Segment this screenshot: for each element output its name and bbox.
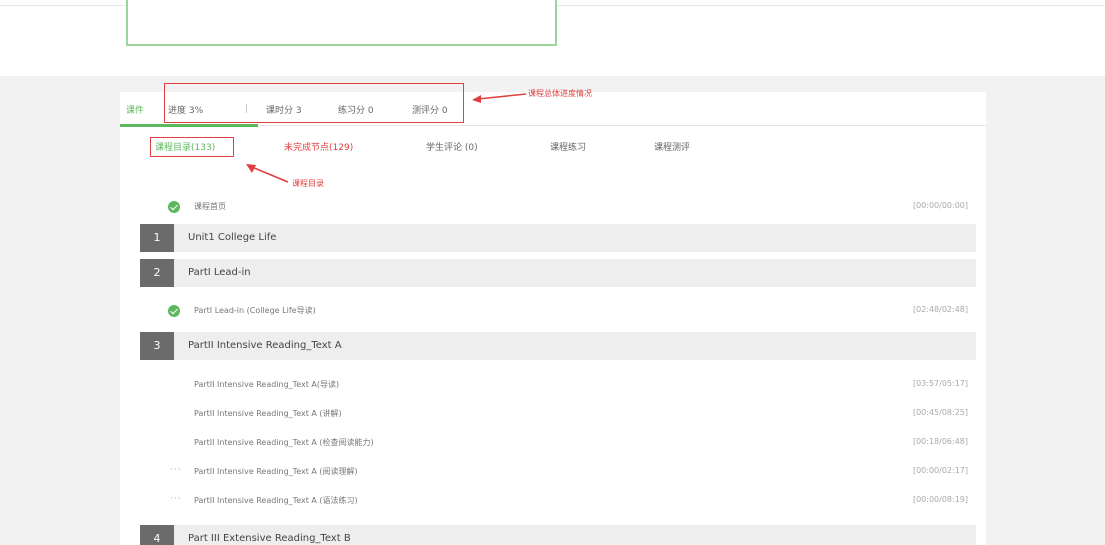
chapter-title: PartI Lead-in [188, 267, 251, 278]
lesson-time: [00:00/00:00] [912, 201, 968, 210]
chapter-number: 1 [140, 224, 174, 252]
pending-dots-icon: ··· [170, 465, 182, 475]
video-panel [126, 0, 557, 46]
chapter-row[interactable]: 2 PartI Lead-in [140, 259, 976, 287]
lesson-time: [03:57/05:17] [912, 379, 968, 388]
tab-courseware[interactable]: 课件 [126, 103, 144, 116]
catalog-annotation-box [150, 137, 234, 157]
subtab-comments[interactable]: 学生评论 (0) [426, 140, 478, 153]
progress-annotation-box [164, 83, 464, 123]
completed-check-icon [168, 305, 180, 317]
pending-dots-icon: ··· [170, 494, 182, 504]
list-item[interactable]: 课程首页 [00:00/00:00] [140, 196, 976, 220]
chapter-title: Unit1 College Life [188, 232, 277, 243]
list-item[interactable]: ··· PartII Intensive Reading_Text A (语法练… [140, 490, 976, 514]
lesson-time: [00:00/02:17] [912, 466, 968, 475]
catalog-annotation-label: 课程目录 [292, 179, 324, 188]
lesson-time: [00:00/08:19] [912, 495, 968, 504]
lesson-time: [00:45/08:25] [912, 408, 968, 417]
subtab-unfinished[interactable]: 未完成节点(129) [284, 140, 353, 153]
active-tab-indicator [120, 124, 258, 127]
lesson-time: [02:48/02:48] [912, 305, 968, 314]
chapter-number: 3 [140, 332, 174, 360]
chapter-title: PartII Intensive Reading_Text A [188, 340, 342, 351]
lesson-title: PartII Intensive Reading_Text A (阅读理解) [194, 467, 358, 476]
top-area [0, 0, 1105, 84]
chapter-row[interactable]: 1 Unit1 College Life [140, 224, 976, 252]
list-item[interactable]: PartII Intensive Reading_Text A (检查阅读能力)… [140, 432, 976, 456]
chapter-title: Part III Extensive Reading_Text B [188, 533, 351, 544]
annotation-arrow-icon [472, 93, 527, 103]
chapter-row[interactable]: 3 PartII Intensive Reading_Text A [140, 332, 976, 360]
chapter-number: 2 [140, 259, 174, 287]
lesson-title: 课程首页 [194, 202, 226, 211]
lesson-title: PartII Intensive Reading_Text A(导读) [194, 380, 340, 389]
course-card: 课件 进度 3% 课时分 3 练习分 0 测评分 0 课程总体进度情况 课程目录… [120, 83, 986, 545]
lesson-title: PartII Intensive Reading_Text A (讲解) [194, 409, 342, 418]
list-item[interactable]: PartII Intensive Reading_Text A(导读) [03:… [140, 374, 976, 398]
subtab-practice[interactable]: 课程练习 [550, 140, 586, 153]
lesson-time: [00:18/06:48] [912, 437, 968, 446]
lesson-title: PartI Lead-in (College Life导读) [194, 306, 316, 315]
annotation-arrow-icon [246, 164, 289, 183]
list-item[interactable]: ··· PartII Intensive Reading_Text A (阅读理… [140, 461, 976, 485]
chapter-row[interactable]: 4 Part III Extensive Reading_Text B [140, 525, 976, 545]
progress-annotation-label: 课程总体进度情况 [528, 89, 592, 98]
course-subtabs: 课程目录(133) 未完成节点(129) 学生评论 (0) 课程练习 课程测评 [120, 132, 986, 162]
completed-check-icon [168, 201, 180, 213]
list-item[interactable]: PartII Intensive Reading_Text A (讲解) [00… [140, 403, 976, 427]
lesson-title: PartII Intensive Reading_Text A (检查阅读能力) [194, 438, 374, 447]
subtab-test[interactable]: 课程测评 [654, 140, 690, 153]
list-item[interactable]: PartI Lead-in (College Life导读) [02:48/02… [140, 300, 976, 324]
lesson-title: PartII Intensive Reading_Text A (语法练习) [194, 496, 358, 505]
chapter-number: 4 [140, 525, 174, 545]
